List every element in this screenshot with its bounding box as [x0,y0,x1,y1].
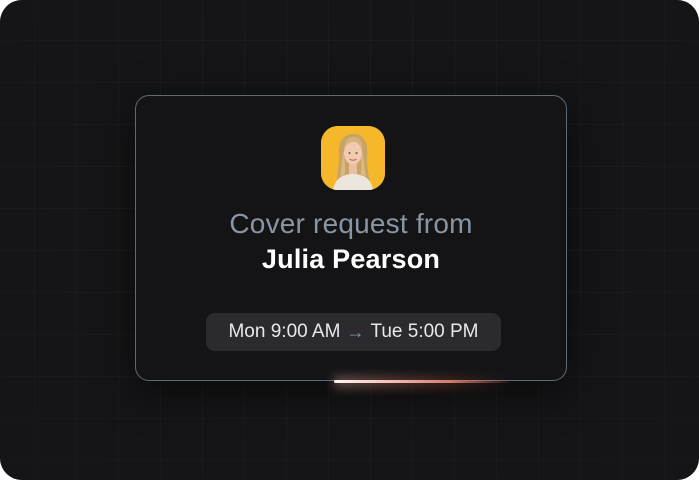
background-grid: Cover request from Julia Pearson Mon 9:0… [0,0,699,480]
cover-request-card[interactable]: Cover request from Julia Pearson Mon 9:0… [135,95,567,381]
requester-name: Julia Pearson [261,244,441,274]
progress-indicator [334,380,512,383]
shift-time-range: Mon 9:00 AM → Tue 5:00 PM [206,313,501,351]
avatar-portrait [321,126,385,190]
request-title: Cover request from [229,208,473,239]
shift-start-time: Mon 9:00 AM [228,321,341,342]
shift-end-time: Tue 5:00 PM [370,321,479,342]
profile-photo-icon [321,126,385,190]
arrow-right-icon: → [346,321,365,342]
